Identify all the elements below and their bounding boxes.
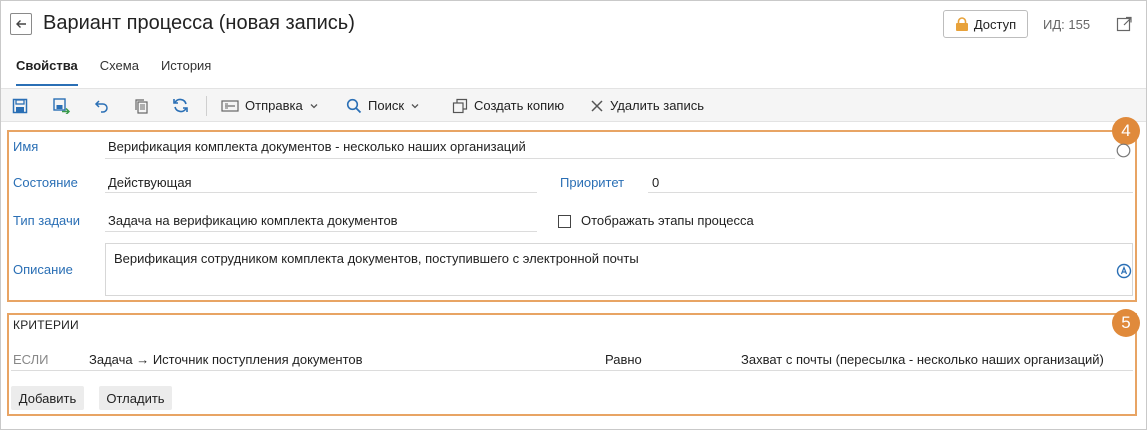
tab-history[interactable]: История [161, 58, 211, 86]
access-button[interactable]: Доступ [943, 10, 1028, 38]
state-field-underline [105, 192, 537, 193]
save-icon [12, 98, 28, 113]
copy-icon [135, 98, 148, 114]
back-arrow-icon [16, 20, 26, 28]
save-and-close-button[interactable] [53, 89, 71, 122]
toolbar-separator [206, 96, 207, 116]
criteria-if-label: ЕСЛИ [13, 352, 49, 367]
callout-badge-5: 5 [1112, 309, 1140, 337]
add-criteria-button[interactable]: Добавить [11, 386, 84, 410]
send-icon [221, 99, 239, 112]
delete-record-label: Удалить запись [610, 98, 705, 113]
external-link-button[interactable] [1116, 16, 1132, 32]
close-icon [591, 99, 603, 112]
refresh-button[interactable] [172, 89, 189, 122]
record-id: ИД: 155 [1043, 17, 1091, 32]
search-label: Поиск [368, 98, 405, 113]
delete-record-button[interactable]: Удалить запись [590, 89, 704, 122]
criteria-value[interactable]: Захват с почты (пересылка - несколько на… [741, 352, 1104, 367]
priority-field[interactable]: 0 [652, 175, 659, 190]
description-label: Описание [13, 262, 73, 277]
callout-badge-4: 4 [1112, 117, 1140, 145]
send-dropdown[interactable]: Отправка [221, 89, 319, 122]
undo-icon [94, 99, 108, 113]
spellcheck-icon[interactable] [1116, 263, 1132, 279]
copy-button[interactable] [133, 89, 149, 122]
state-field[interactable]: Действующая [108, 175, 192, 190]
task-type-label: Тип задачи [13, 213, 81, 228]
send-label: Отправка [245, 98, 303, 113]
chevron-down-icon [310, 103, 318, 108]
save-button[interactable] [12, 89, 28, 122]
tab-scheme[interactable]: Схема [100, 58, 139, 86]
access-button-label: Доступ [973, 16, 1017, 32]
search-dropdown[interactable]: Поиск [346, 89, 420, 122]
save-and-close-icon [53, 97, 71, 114]
task-type-field-underline [105, 231, 537, 232]
criteria-row-divider [11, 370, 1133, 371]
criteria-field[interactable]: Задача → Источник поступления документов [89, 352, 363, 367]
show-stages-label: Отображать этапы процесса [581, 213, 754, 228]
state-label: Состояние [13, 175, 78, 190]
tab-properties[interactable]: Свойства [16, 58, 78, 86]
priority-field-underline [648, 192, 1133, 193]
debug-button[interactable]: Отладить [99, 386, 172, 410]
priority-label: Приоритет [560, 175, 625, 190]
description-text: Верификация сотрудником комплекта докуме… [114, 251, 639, 266]
refresh-icon [173, 98, 188, 113]
external-link-icon [1116, 16, 1132, 32]
name-field-underline [105, 158, 1115, 159]
name-field[interactable]: Верификация комплекта документов - неско… [108, 139, 526, 154]
create-copy-button[interactable]: Создать копию [452, 89, 564, 122]
undo-button[interactable] [93, 89, 109, 122]
description-field[interactable]: Верификация сотрудником комплекта докуме… [105, 243, 1133, 296]
lock-icon [955, 16, 968, 31]
criteria-title: КРИТЕРИИ [13, 318, 79, 332]
chevron-down-icon [411, 103, 419, 108]
task-type-field[interactable]: Задача на верификацию комплекта документ… [108, 213, 398, 228]
spellcheck-icon[interactable] [1116, 143, 1131, 158]
create-copy-label: Создать копию [474, 98, 565, 113]
criteria-operator[interactable]: Равно [605, 352, 642, 367]
search-icon [346, 98, 362, 113]
toolbar: Отправка Поиск Создать копию Удалить зап… [1, 88, 1146, 122]
show-stages-checkbox[interactable] [558, 215, 571, 228]
name-label: Имя [13, 139, 39, 154]
page-title: Вариант процесса (новая запись) [43, 12, 355, 34]
duplicate-icon [452, 98, 468, 113]
back-button[interactable] [10, 13, 32, 35]
tab-bar: Свойства Схема История [16, 58, 233, 86]
